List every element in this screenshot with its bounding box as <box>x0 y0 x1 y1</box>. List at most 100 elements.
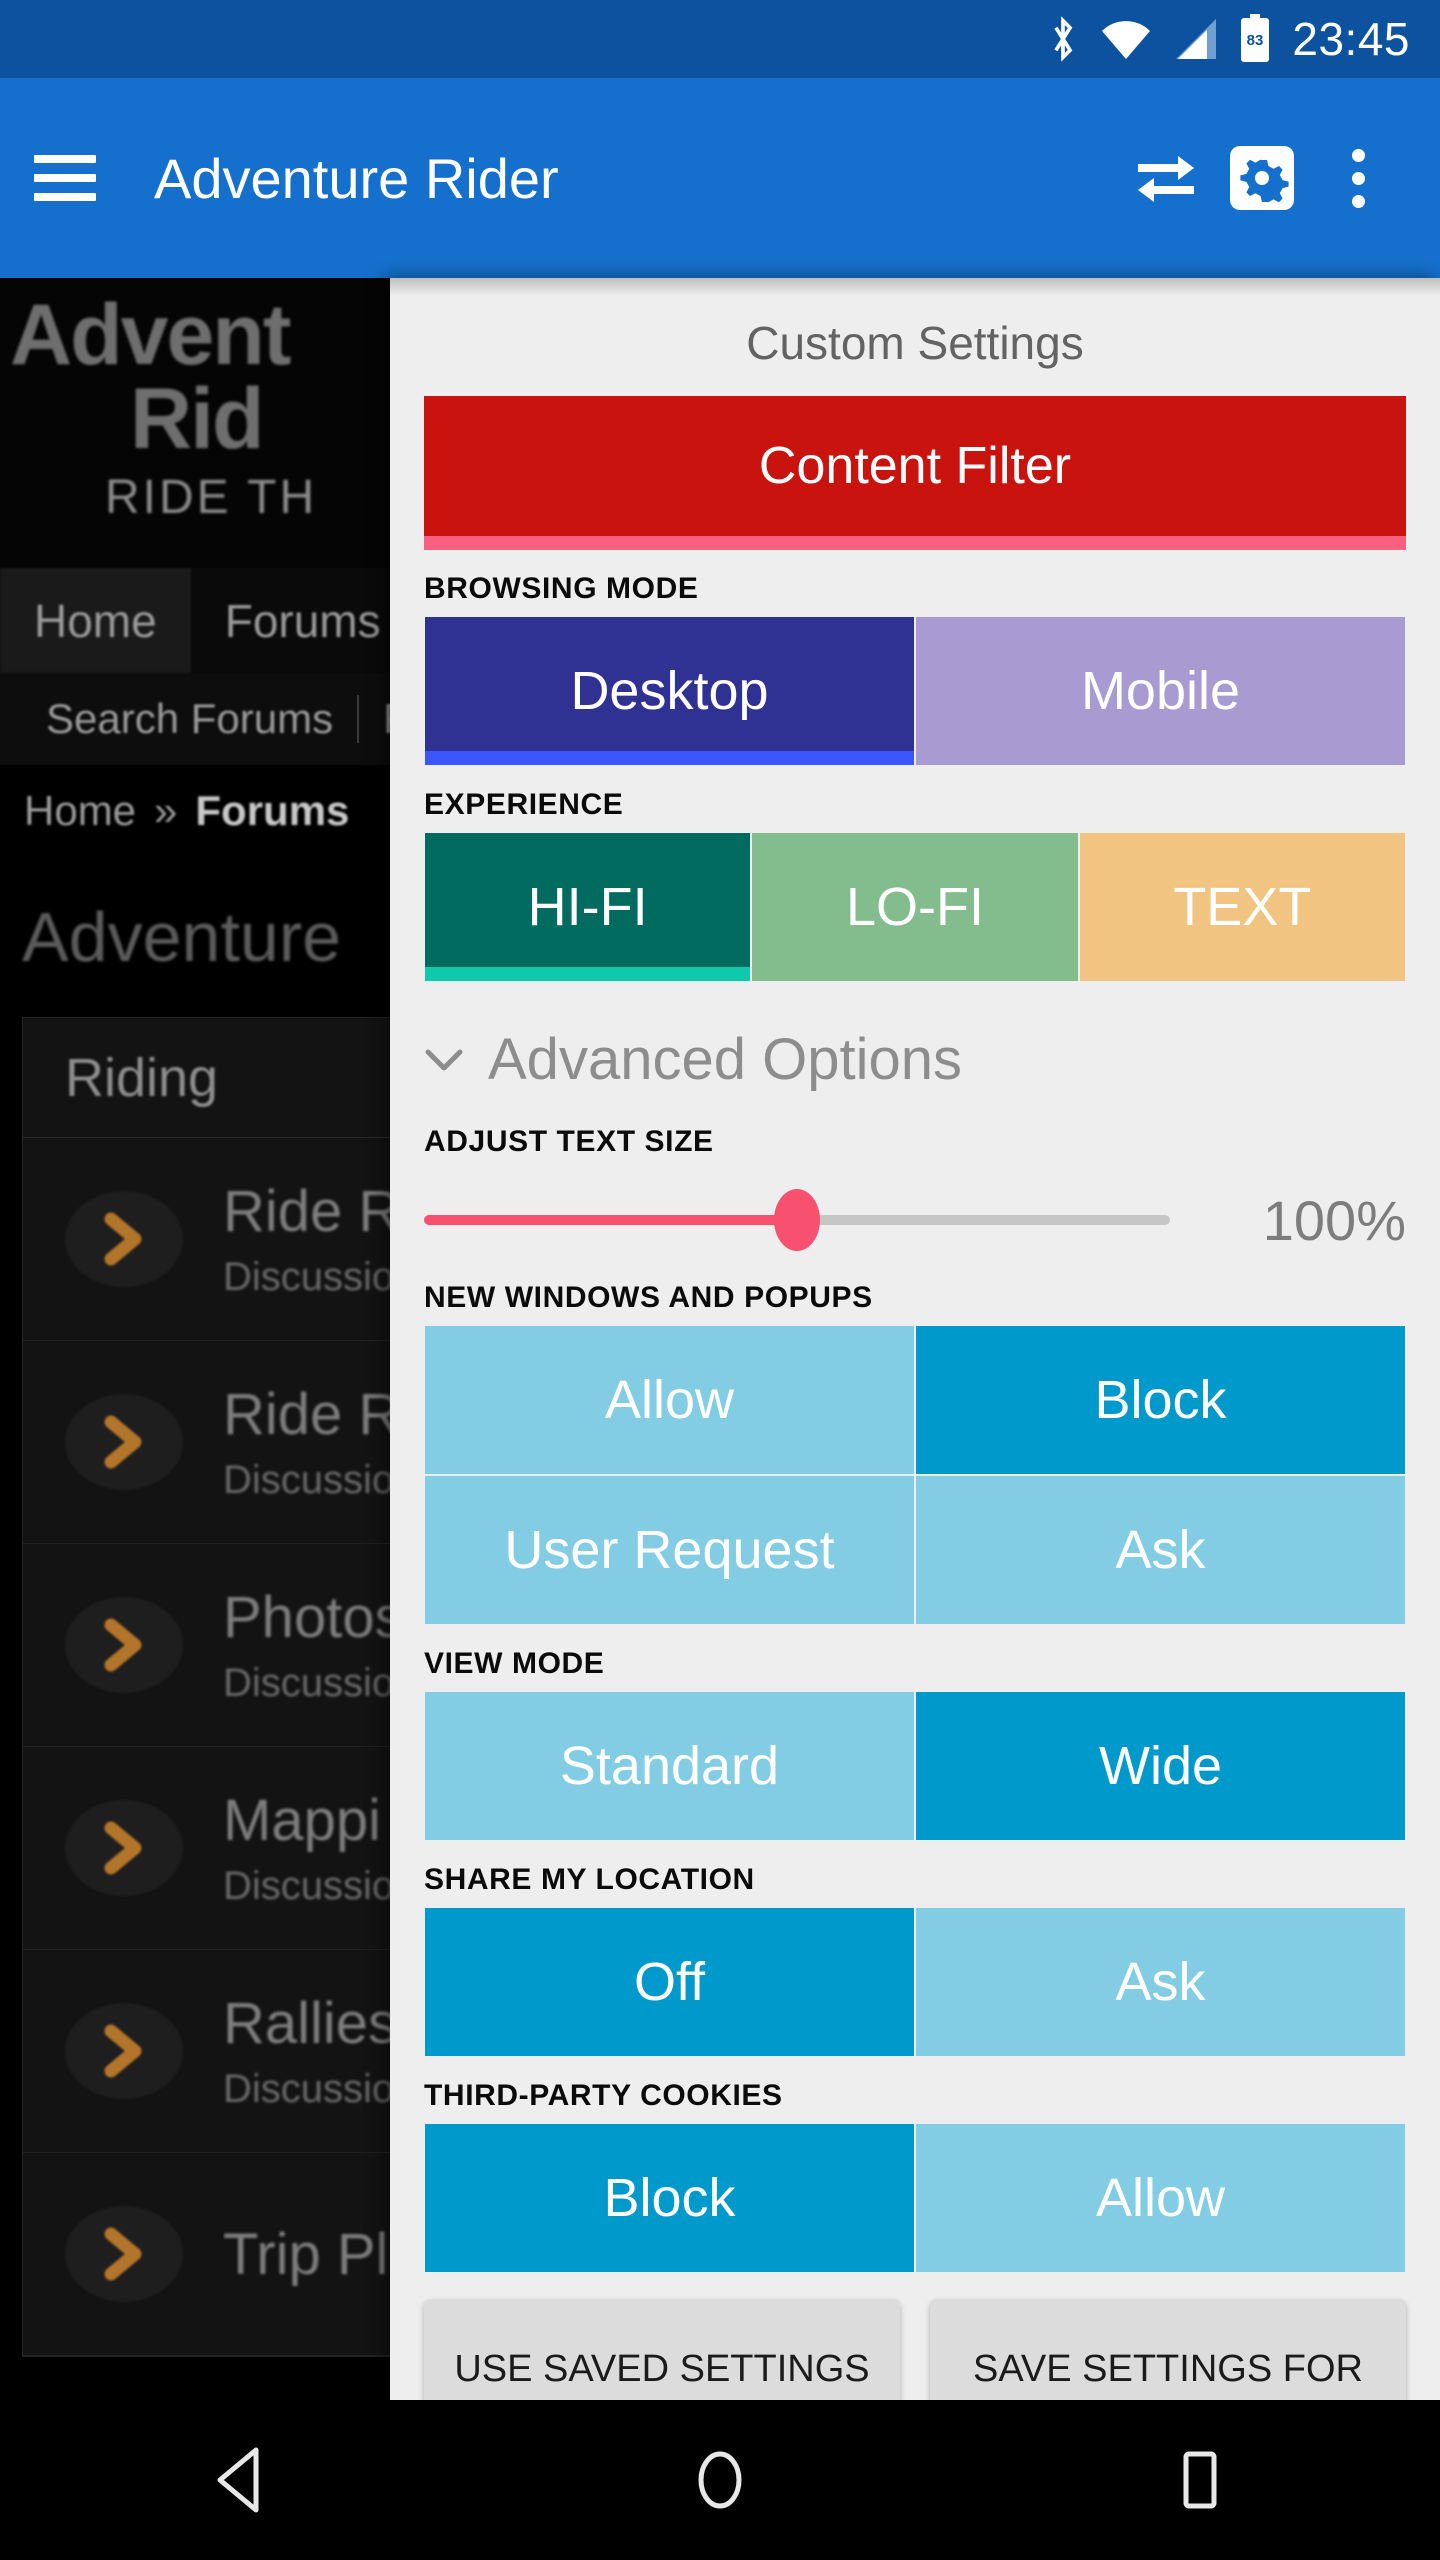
experience-option-text-label: TEXT <box>1173 877 1312 937</box>
experience-option-text[interactable]: TEXT <box>1078 832 1406 982</box>
swap-arrows-icon[interactable] <box>1118 130 1214 226</box>
gear-icon[interactable] <box>1214 130 1310 226</box>
forum-row-title: Trip Pl <box>223 2221 389 2287</box>
chevron-right-icon <box>65 2003 183 2099</box>
forum-row-subtitle: Discussio <box>223 2067 395 2111</box>
advanced-options-toggle[interactable]: Advanced Options <box>424 982 1406 1103</box>
new-windows-option-ask[interactable]: Ask <box>915 1475 1406 1625</box>
app-bar: Adventure Rider <box>0 78 1440 278</box>
browsing-mode-option-mobile-label: Mobile <box>1080 661 1241 721</box>
share-location-option-off[interactable]: Off <box>424 1907 915 2057</box>
panel-top-shadow <box>390 278 1440 296</box>
browsing-mode-group: Desktop Mobile <box>424 616 1406 766</box>
hamburger-icon[interactable] <box>34 155 96 201</box>
battery-percent-text: 83 <box>1247 32 1264 49</box>
share-location-label: SHARE MY LOCATION <box>424 1863 755 1896</box>
site-nav-tab-home[interactable]: Home <box>0 568 191 673</box>
share-location-option-ask-label: Ask <box>1115 1952 1206 2012</box>
chevron-down-icon <box>424 1040 464 1080</box>
experience-option-hifi-label: HI-FI <box>527 877 648 937</box>
slider-thumb[interactable] <box>774 1189 820 1251</box>
experience-option-hifi[interactable]: HI-FI <box>424 832 752 982</box>
content-filter-underline <box>424 536 1406 550</box>
custom-settings-panel: Custom Settings Content Filter BROWSING … <box>390 278 1440 2400</box>
forum-row-title: Ride R <box>223 1382 401 1447</box>
text-size-value: 100% <box>1262 1188 1406 1252</box>
third-party-cookies-option-block-label: Block <box>603 2168 736 2228</box>
breadcrumb-separator: » <box>154 787 178 834</box>
new-windows-group: Allow Block User Request Ask <box>424 1325 1406 1625</box>
app-title: Adventure Rider <box>154 146 559 210</box>
browsing-mode-option-mobile[interactable]: Mobile <box>915 616 1406 766</box>
view-mode-option-wide[interactable]: Wide <box>915 1691 1406 1841</box>
new-windows-option-block[interactable]: Block <box>915 1325 1406 1475</box>
android-nav-bar <box>0 2400 1440 2560</box>
forum-row-subtitle: Discussio <box>223 1661 395 1705</box>
forum-row-title: Rallies <box>223 1991 398 2056</box>
selected-underline <box>425 751 914 765</box>
view-mode-label: VIEW MODE <box>424 1647 605 1680</box>
new-windows-option-ask-label: Ask <box>1115 1520 1206 1580</box>
site-nav-tab-forums[interactable]: Forums <box>191 568 415 673</box>
breadcrumb-current: Forums <box>195 787 350 834</box>
chevron-right-icon <box>65 1394 183 1490</box>
new-windows-option-block-label: Block <box>1094 1370 1227 1430</box>
bluetooth-icon <box>1046 15 1080 63</box>
overflow-menu-icon[interactable] <box>1310 130 1406 226</box>
view-mode-option-standard-label: Standard <box>559 1736 780 1796</box>
experience-option-lofi[interactable]: LO-FI <box>751 832 1079 982</box>
view-mode-option-standard[interactable]: Standard <box>424 1691 915 1841</box>
share-location-group: Off Ask <box>424 1907 1406 2057</box>
content-filter-button[interactable]: Content Filter <box>424 396 1406 550</box>
forum-row-title: Ride R <box>223 1179 401 1244</box>
cell-signal-icon <box>1172 17 1218 61</box>
forum-row-title: Photos <box>223 1585 404 1650</box>
selected-underline <box>425 967 751 981</box>
site-tagline: RIDE TH <box>105 471 318 524</box>
third-party-cookies-option-allow[interactable]: Allow <box>915 2123 1406 2273</box>
forum-row-title: Mappi <box>223 1788 381 1853</box>
forum-row-subtitle: Discussio <box>223 1255 395 1299</box>
view-mode-group: Standard Wide <box>424 1691 1406 1841</box>
new-windows-option-user-request-label: User Request <box>504 1520 835 1580</box>
forum-row-subtitle: Discussio <box>223 1864 395 1908</box>
use-saved-settings-label: USE SAVED SETTINGS FOR EACH SITE <box>454 2347 870 2400</box>
panel-action-buttons: USE SAVED SETTINGS FOR EACH SITE SAVE SE… <box>424 2273 1406 2400</box>
new-windows-option-user-request[interactable]: User Request <box>424 1475 915 1625</box>
status-bar: 83 23:45 <box>0 0 1440 78</box>
breadcrumb-root[interactable]: Home <box>24 787 136 835</box>
third-party-cookies-label: THIRD-PARTY COOKIES <box>424 2079 783 2112</box>
use-saved-settings-button[interactable]: USE SAVED SETTINGS FOR EACH SITE <box>424 2299 900 2400</box>
phone-screen: 83 23:45 Adventure Rider Advent Rid RIDE… <box>0 0 1440 2560</box>
view-mode-option-wide-label: Wide <box>1098 1736 1223 1796</box>
browsing-mode-option-desktop-label: Desktop <box>570 661 769 721</box>
slider-fill <box>424 1215 797 1225</box>
third-party-cookies-option-allow-label: Allow <box>1095 2168 1226 2228</box>
experience-group: HI-FI LO-FI TEXT <box>424 832 1406 982</box>
site-logo-line2: Rid <box>130 371 265 467</box>
third-party-cookies-option-block[interactable]: Block <box>424 2123 915 2273</box>
content-filter-label: Content Filter <box>424 396 1406 536</box>
battery-icon: 83 <box>1238 14 1272 64</box>
back-triangle-icon[interactable] <box>160 2400 320 2560</box>
save-settings-button[interactable]: SAVE SETTINGS FOR THIS SITE <box>930 2299 1406 2400</box>
text-size-row: 100% <box>424 1169 1406 1259</box>
forum-category-label: Riding <box>65 1047 219 1108</box>
home-circle-icon[interactable] <box>640 2400 800 2560</box>
subnav-item-search-forums[interactable]: Search Forums <box>22 695 357 743</box>
new-windows-option-allow[interactable]: Allow <box>424 1325 915 1475</box>
wifi-icon <box>1100 17 1152 61</box>
webpage-heading-text: Adventure <box>22 898 342 976</box>
share-location-option-ask[interactable]: Ask <box>915 1907 1406 2057</box>
browsing-mode-option-desktop[interactable]: Desktop <box>424 616 915 766</box>
chevron-right-icon <box>65 2206 183 2302</box>
new-windows-option-allow-label: Allow <box>604 1370 735 1430</box>
forum-row-subtitle: Discussio <box>223 1458 395 1502</box>
text-size-slider[interactable] <box>424 1185 1170 1255</box>
experience-label: EXPERIENCE <box>424 788 624 821</box>
status-clock: 23:45 <box>1292 13 1410 65</box>
advanced-options-label: Advanced Options <box>488 1027 962 1092</box>
experience-option-lofi-label: LO-FI <box>845 877 984 937</box>
adjust-text-size-label: ADJUST TEXT SIZE <box>424 1125 714 1158</box>
recents-square-icon[interactable] <box>1120 2400 1280 2560</box>
